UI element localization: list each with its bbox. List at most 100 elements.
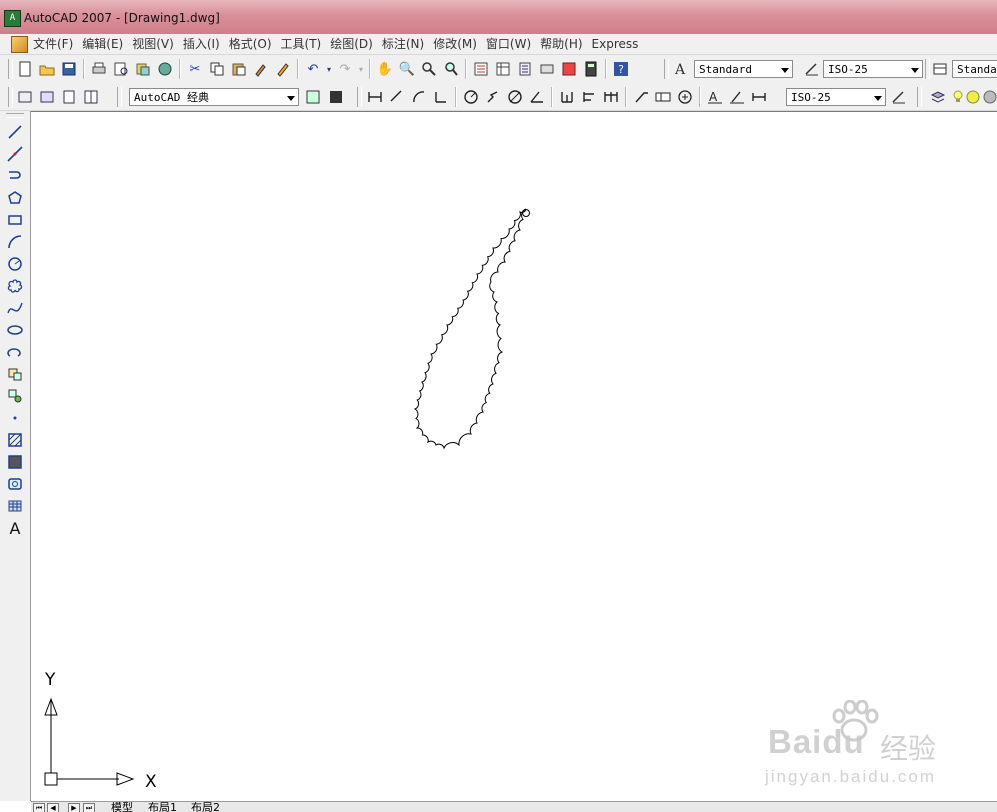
- dimension-edit-icon[interactable]: A: [704, 86, 726, 108]
- dropdown-arrow-icon[interactable]: [287, 96, 295, 101]
- polygon-icon[interactable]: [5, 188, 25, 208]
- menu-tools[interactable]: 工具(T): [279, 34, 329, 54]
- arc-icon[interactable]: [5, 232, 25, 252]
- publish-icon[interactable]: [132, 58, 154, 80]
- table-style-icon[interactable]: [929, 58, 951, 80]
- toolbar-grip[interactable]: [8, 87, 13, 107]
- angular-dimension-icon[interactable]: [526, 86, 548, 108]
- polyline-icon[interactable]: [5, 166, 25, 186]
- help-icon[interactable]: ?: [610, 58, 632, 80]
- multiline-text-icon[interactable]: A: [5, 518, 25, 538]
- menu-draw[interactable]: 绘图(D): [328, 34, 380, 54]
- menu-help[interactable]: 帮助(H): [538, 34, 589, 54]
- menu-modify[interactable]: 修改(M): [431, 34, 484, 54]
- save-icon[interactable]: [58, 58, 80, 80]
- toolbar-grip[interactable]: [117, 87, 122, 107]
- menu-format[interactable]: 格式(O): [227, 34, 279, 54]
- quick-dimension-icon[interactable]: [556, 86, 578, 108]
- hatch-icon[interactable]: [5, 430, 25, 450]
- properties-icon[interactable]: [470, 58, 492, 80]
- drawing-area[interactable]: Y X: [31, 112, 997, 802]
- menu-dimension[interactable]: 标注(N): [380, 34, 431, 54]
- toolbar-grip[interactable]: [917, 87, 922, 107]
- paste-icon[interactable]: [228, 58, 250, 80]
- open-icon[interactable]: [36, 58, 58, 80]
- center-mark-icon[interactable]: [674, 86, 696, 108]
- zoom-window-icon[interactable]: [418, 58, 440, 80]
- zoom-realtime-icon[interactable]: 🔍: [396, 58, 418, 80]
- gradient-icon[interactable]: [5, 452, 25, 472]
- point-icon[interactable]: [5, 408, 25, 428]
- cut-icon[interactable]: ✂: [184, 58, 206, 80]
- sheet-set-icon[interactable]: [536, 58, 558, 80]
- ordinate-dimension-icon[interactable]: [430, 86, 452, 108]
- layer-properties-icon[interactable]: [927, 86, 949, 108]
- menu-view[interactable]: 视图(V): [130, 34, 181, 54]
- autocad-app-icon[interactable]: A: [4, 10, 21, 27]
- dimension-update-icon[interactable]: [748, 86, 770, 108]
- layer-lock-icon[interactable]: [982, 86, 997, 108]
- menu-edit[interactable]: 编辑(E): [80, 34, 130, 54]
- baseline-dimension-icon[interactable]: [578, 86, 600, 108]
- jogged-dimension-icon[interactable]: [482, 86, 504, 108]
- diameter-dimension-icon[interactable]: [504, 86, 526, 108]
- revision-cloud-icon[interactable]: [5, 276, 25, 296]
- rectangle-icon[interactable]: [5, 210, 25, 230]
- dimension-style-icon[interactable]: [801, 58, 823, 80]
- new-icon[interactable]: [14, 58, 36, 80]
- circle-icon[interactable]: [5, 254, 25, 274]
- undo-icon[interactable]: ↶: [302, 58, 324, 80]
- pan-icon[interactable]: ✋: [374, 58, 396, 80]
- text-style-select[interactable]: Standard: [694, 60, 793, 78]
- 3d-dwf-icon[interactable]: [154, 58, 176, 80]
- continue-dimension-icon[interactable]: [600, 86, 622, 108]
- redo-icon[interactable]: ↷: [334, 58, 356, 80]
- table-style-select[interactable]: Standard: [952, 60, 997, 78]
- toolbar-grip[interactable]: [357, 87, 362, 107]
- toolbar-grip[interactable]: [664, 59, 669, 79]
- workspace-settings-icon[interactable]: [302, 86, 324, 108]
- arc-length-icon[interactable]: [408, 86, 430, 108]
- dropdown-arrow-icon[interactable]: [911, 68, 919, 73]
- text-style-icon[interactable]: A: [670, 58, 692, 80]
- markup-icon[interactable]: [558, 58, 580, 80]
- viewports-icon[interactable]: [80, 86, 102, 108]
- layout-icon[interactable]: [14, 86, 36, 108]
- menu-express[interactable]: Express: [590, 34, 646, 54]
- ellipse-arc-icon[interactable]: [5, 342, 25, 362]
- drawing-canvas[interactable]: Y X: [31, 111, 997, 802]
- dropdown-arrow-icon[interactable]: [874, 96, 882, 101]
- plot-icon[interactable]: [88, 58, 110, 80]
- undo-dropdown-icon[interactable]: ▾: [324, 58, 334, 80]
- line-icon[interactable]: [5, 122, 25, 142]
- menu-file[interactable]: 文件(F): [31, 34, 80, 54]
- match-properties-icon[interactable]: [250, 58, 272, 80]
- dimension-text-edit-icon[interactable]: [726, 86, 748, 108]
- region-icon[interactable]: [5, 474, 25, 494]
- menu-insert[interactable]: 插入(I): [181, 34, 227, 54]
- copy-icon[interactable]: [206, 58, 228, 80]
- layer-on-icon[interactable]: [951, 86, 965, 108]
- insert-block-icon[interactable]: [5, 364, 25, 384]
- zoom-previous-icon[interactable]: [440, 58, 462, 80]
- construction-line-icon[interactable]: [5, 144, 25, 164]
- plot-preview-icon[interactable]: [110, 58, 132, 80]
- workspace-select[interactable]: AutoCAD 经典: [129, 88, 299, 106]
- dimension-style-manager-icon[interactable]: [888, 86, 910, 108]
- ellipse-icon[interactable]: [5, 320, 25, 340]
- tool-palettes-icon[interactable]: [514, 58, 536, 80]
- toolbar-grip[interactable]: [8, 59, 13, 79]
- dropdown-arrow-icon[interactable]: [781, 68, 789, 73]
- radius-dimension-icon[interactable]: [460, 86, 482, 108]
- linear-dimension-icon[interactable]: [364, 86, 386, 108]
- aligned-dimension-icon[interactable]: [386, 86, 408, 108]
- spline-icon[interactable]: [5, 298, 25, 318]
- layout-template-icon[interactable]: [36, 86, 58, 108]
- page-setup-icon[interactable]: [58, 86, 80, 108]
- quick-leader-icon[interactable]: [630, 86, 652, 108]
- revision-cloud-shape[interactable]: [413, 208, 527, 450]
- save-workspace-icon[interactable]: [325, 86, 347, 108]
- design-center-icon[interactable]: [492, 58, 514, 80]
- layer-freeze-icon[interactable]: [966, 86, 980, 108]
- document-menu-icon[interactable]: [11, 36, 28, 53]
